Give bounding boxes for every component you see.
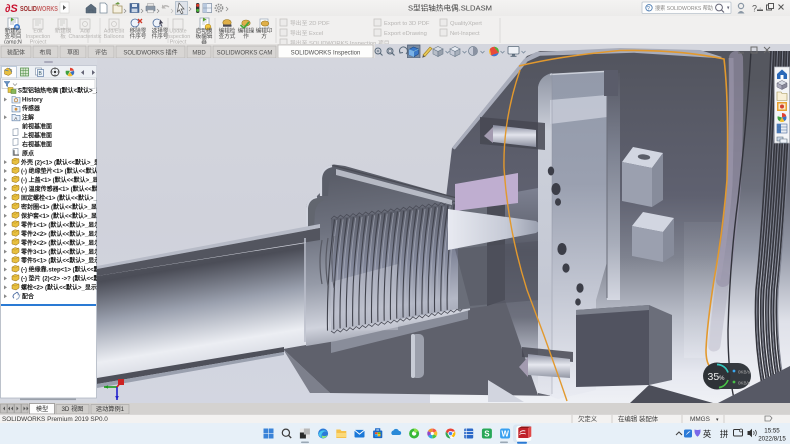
svg-text:布局: 布局 bbox=[39, 49, 51, 57]
svg-text:Export to 3D PDF: Export to 3D PDF bbox=[384, 21, 430, 27]
svg-text:零件2<2> (默认<<默认>_显示状: 零件2<2> (默认<<默认>_显示状 bbox=[20, 239, 97, 247]
svg-text:W: W bbox=[501, 430, 509, 439]
svg-text:欠定义: 欠定义 bbox=[578, 414, 598, 423]
svg-text:(-) 上盖<1> (默认<<默认>_显示状: (-) 上盖<1> (默认<<默认>_显示状 bbox=[21, 176, 97, 184]
svg-text:传感器: 传感器 bbox=[21, 105, 41, 113]
svg-text:运动算例1: 运动算例1 bbox=[96, 405, 125, 413]
svg-text:3D 视图: 3D 视图 bbox=[61, 405, 83, 413]
svg-text:(-) 绝缘靠.step<1> (默认<<默认>: (-) 绝缘靠.step<1> (默认<<默认> bbox=[21, 266, 97, 274]
svg-text:前视基准面: 前视基准面 bbox=[22, 123, 52, 131]
svg-text:模型: 模型 bbox=[36, 405, 48, 413]
svg-text:?: ? bbox=[752, 4, 757, 14]
svg-text:0KB/s: 0KB/s bbox=[738, 370, 751, 375]
svg-text:零件1<1> (默认<<默认>_显示状态: 零件1<1> (默认<<默认>_显示状态 bbox=[20, 221, 97, 229]
svg-text:草图: 草图 bbox=[67, 49, 79, 57]
svg-text:SOLIDWORKS Premium 2019 SP0.0: SOLIDWORKS Premium 2019 SP0.0 bbox=[2, 416, 108, 423]
svg-text:2022/8/15: 2022/8/15 bbox=[758, 436, 786, 443]
svg-text:(-) 垫片 (2)<2> ->? (默认<<默认>_: (-) 垫片 (2)<2> ->? (默认<<默认>_ bbox=[21, 275, 97, 283]
svg-text:Characteristic: Characteristic bbox=[69, 34, 102, 40]
svg-text:方: 方 bbox=[261, 32, 267, 40]
svg-text:0KB/s: 0KB/s bbox=[738, 381, 751, 386]
svg-text:上视基准面: 上视基准面 bbox=[22, 132, 52, 140]
svg-text:配合: 配合 bbox=[22, 293, 35, 301]
svg-text:导出至 2D PDF: 导出至 2D PDF bbox=[290, 19, 330, 27]
svg-text:(-) 温度传感器<1> (默认<<默认>_: (-) 温度传感器<1> (默认<<默认>_ bbox=[21, 185, 97, 193]
svg-text:Balloons: Balloons bbox=[104, 34, 125, 40]
svg-text:S型铝轴热电偶.SLDASM: S型铝轴热电偶.SLDASM bbox=[408, 3, 492, 13]
svg-text:QualityXpert: QualityXpert bbox=[450, 21, 482, 27]
svg-text:Net-Inspect: Net-Inspect bbox=[450, 31, 480, 37]
svg-text:搜索 SOLIDWORKS 帮助: 搜索 SOLIDWORKS 帮助 bbox=[655, 4, 713, 12]
svg-text:History: History bbox=[22, 98, 43, 104]
svg-text:作: 作 bbox=[243, 32, 249, 40]
svg-text:在编辑 装配体: 在编辑 装配体 bbox=[618, 414, 659, 423]
svg-text:固定螺栓<1> (默认<<默认>_显示: 固定螺栓<1> (默认<<默认>_显示 bbox=[21, 194, 97, 202]
svg-text:查方式: 查方式 bbox=[219, 32, 236, 40]
svg-text:SOLIDWORKS 插件: SOLIDWORKS 插件 bbox=[123, 49, 177, 57]
svg-text:装配体: 装配体 bbox=[7, 49, 25, 57]
svg-text:SOLIDWORKS: SOLIDWORKS bbox=[20, 4, 58, 13]
svg-text:15:55: 15:55 bbox=[764, 428, 780, 435]
svg-text:零件5<1> (默认<<默认>_显示状态: 零件5<1> (默认<<默认>_显示状态 bbox=[20, 257, 97, 265]
svg-text:板: 板 bbox=[60, 32, 66, 40]
svg-text:注解: 注解 bbox=[22, 114, 34, 122]
svg-text:件序号: 件序号 bbox=[130, 32, 147, 40]
svg-text:外壳 (2)<1> (默认<<默认>_显示状: 外壳 (2)<1> (默认<<默认>_显示状 bbox=[20, 158, 97, 166]
svg-text:SOLIDWORKS Inspection: SOLIDWORKS Inspection bbox=[291, 51, 361, 57]
svg-text:原点: 原点 bbox=[22, 149, 34, 157]
svg-text:MMGS: MMGS bbox=[690, 416, 710, 423]
svg-text:S型铝轴热电偶 (默认<默认>_显示状态-1: S型铝轴热电偶 (默认<默认>_显示状态-1 bbox=[18, 87, 97, 95]
svg-text:螺栓<2> (默认<<默认>_显示状态: 螺栓<2> (默认<<默认>_显示状态 bbox=[21, 284, 97, 292]
svg-text:Export eDrawing: Export eDrawing bbox=[384, 31, 427, 37]
svg-text:∂S: ∂S bbox=[5, 3, 18, 15]
svg-text:SOLIDWORKS CAM: SOLIDWORKS CAM bbox=[217, 51, 273, 57]
svg-text:(-) 绝缘垫片<1> (默认<<默认>_显示: (-) 绝缘垫片<1> (默认<<默认>_显示 bbox=[21, 167, 97, 175]
svg-text:评估: 评估 bbox=[95, 49, 107, 57]
svg-text:零件3<1> (默认<<默认>_显示状态: 零件3<1> (默认<<默认>_显示状态 bbox=[20, 248, 97, 256]
svg-text:MBD: MBD bbox=[192, 51, 206, 57]
svg-text:导出至 Excel: 导出至 Excel bbox=[290, 29, 323, 37]
svg-text:密封圈<1> (默认<<默认>_显示状: 密封圈<1> (默认<<默认>_显示状 bbox=[21, 203, 97, 211]
svg-text:S: S bbox=[484, 430, 490, 439]
svg-text:英: 英 bbox=[703, 429, 712, 439]
svg-text:右视基准面: 右视基准面 bbox=[21, 140, 52, 148]
svg-text:零件2<2> (默认<<默认>_显示状: 零件2<2> (默认<<默认>_显示状 bbox=[20, 230, 97, 238]
svg-text:拼: 拼 bbox=[720, 429, 728, 439]
svg-text:保护套<1> (默认<<默认>_显示状: 保护套<1> (默认<<默认>_显示状 bbox=[20, 212, 97, 220]
